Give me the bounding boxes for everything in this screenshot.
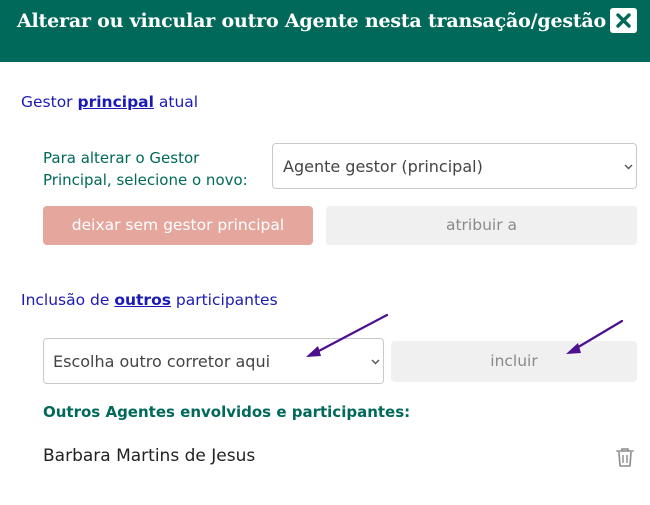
- participant-name: Barbara Martins de Jesus: [43, 446, 256, 466]
- close-button[interactable]: [610, 8, 637, 33]
- close-icon: [616, 13, 631, 28]
- other-agent-select-value: Escolha outro corretor aqui: [53, 352, 271, 371]
- main-manager-select[interactable]: Agente gestor (principal): [272, 143, 637, 189]
- dialog-header: Alterar ou vincular outro Agente nesta t…: [0, 0, 650, 62]
- main-manager-section-title: Gestor principal atual: [21, 93, 198, 111]
- chevron-down-icon: [371, 359, 380, 365]
- section-title-suffix: participantes: [170, 291, 278, 309]
- participants-section-title: Inclusão de outros participantes: [21, 291, 278, 309]
- include-button[interactable]: incluir: [391, 341, 637, 382]
- other-agent-select[interactable]: Escolha outro corretor aqui: [43, 338, 384, 384]
- change-manager-label: Para alterar o Gestor Principal, selecio…: [43, 149, 248, 189]
- main-manager-select-value: Agente gestor (principal): [283, 157, 483, 176]
- annotation-arrows: [306, 313, 624, 357]
- remove-participant-button[interactable]: [614, 446, 636, 468]
- dialog-title: Alterar ou vincular outro Agente nesta t…: [17, 10, 606, 32]
- section-title-emphasis: outros: [114, 291, 171, 309]
- section-title-prefix: Inclusão de: [21, 291, 115, 309]
- remove-main-manager-button[interactable]: deixar sem gestor principal: [43, 206, 313, 245]
- trash-icon: [616, 448, 634, 467]
- section-title-emphasis: principal: [77, 93, 154, 111]
- other-agents-heading: Outros Agentes envolvidos e participante…: [43, 403, 411, 421]
- chevron-down-icon: [624, 164, 633, 170]
- section-title-prefix: Gestor: [21, 93, 78, 111]
- section-title-suffix: atual: [153, 93, 199, 111]
- assign-button[interactable]: atribuir a: [326, 206, 637, 245]
